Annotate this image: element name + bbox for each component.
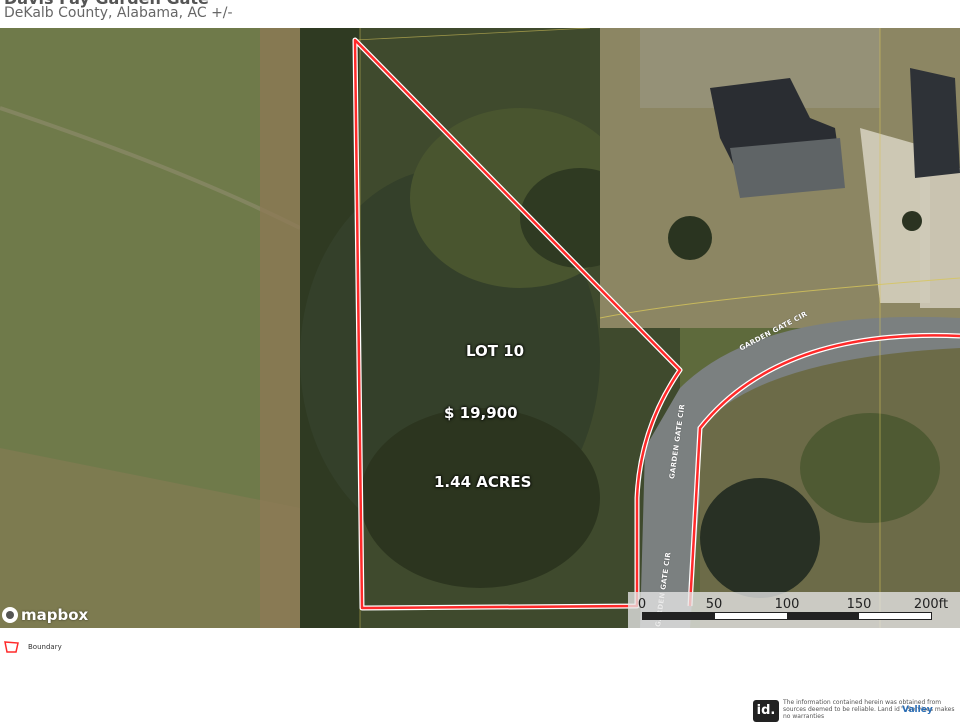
scale-tick-label: 0 [637,597,647,612]
map-legend: Boundary [4,640,62,654]
landid-logo: id. [753,700,779,722]
legend-label: Boundary [28,643,62,651]
header: Davis Fay Garden Gate DeKalb County, Ala… [0,0,960,28]
scale-tick-label: 150 [846,597,872,612]
mapbox-text: mapbox [21,606,89,624]
scale-segment [787,613,859,619]
mapbox-attribution[interactable]: mapbox [2,606,88,624]
scale-tick-label: 200ft [913,597,949,612]
satellite-map[interactable]: LOT 10 $ 19,900 1.44 ACRES GARDEN GATE C… [0,28,960,628]
mapbox-logo-icon [2,607,18,623]
scale-tick-label: 50 [705,597,723,612]
lot-number-label: LOT 10 [466,342,525,360]
boundary-polygon-icon [4,641,19,653]
scale-bar-track [642,612,932,620]
scale-bar: 0 50 100 150 200ft [628,592,960,628]
valley-brand-logo: Valley [902,705,933,715]
lot-price-label: $ 19,900 [444,404,518,422]
scale-tick-label: 100 [774,597,800,612]
map-imagery [0,28,960,628]
scale-segment [643,613,715,619]
page-subtitle: DeKalb County, Alabama, AC +/- [4,5,233,21]
lot-acreage-label: 1.44 ACRES [434,473,532,491]
